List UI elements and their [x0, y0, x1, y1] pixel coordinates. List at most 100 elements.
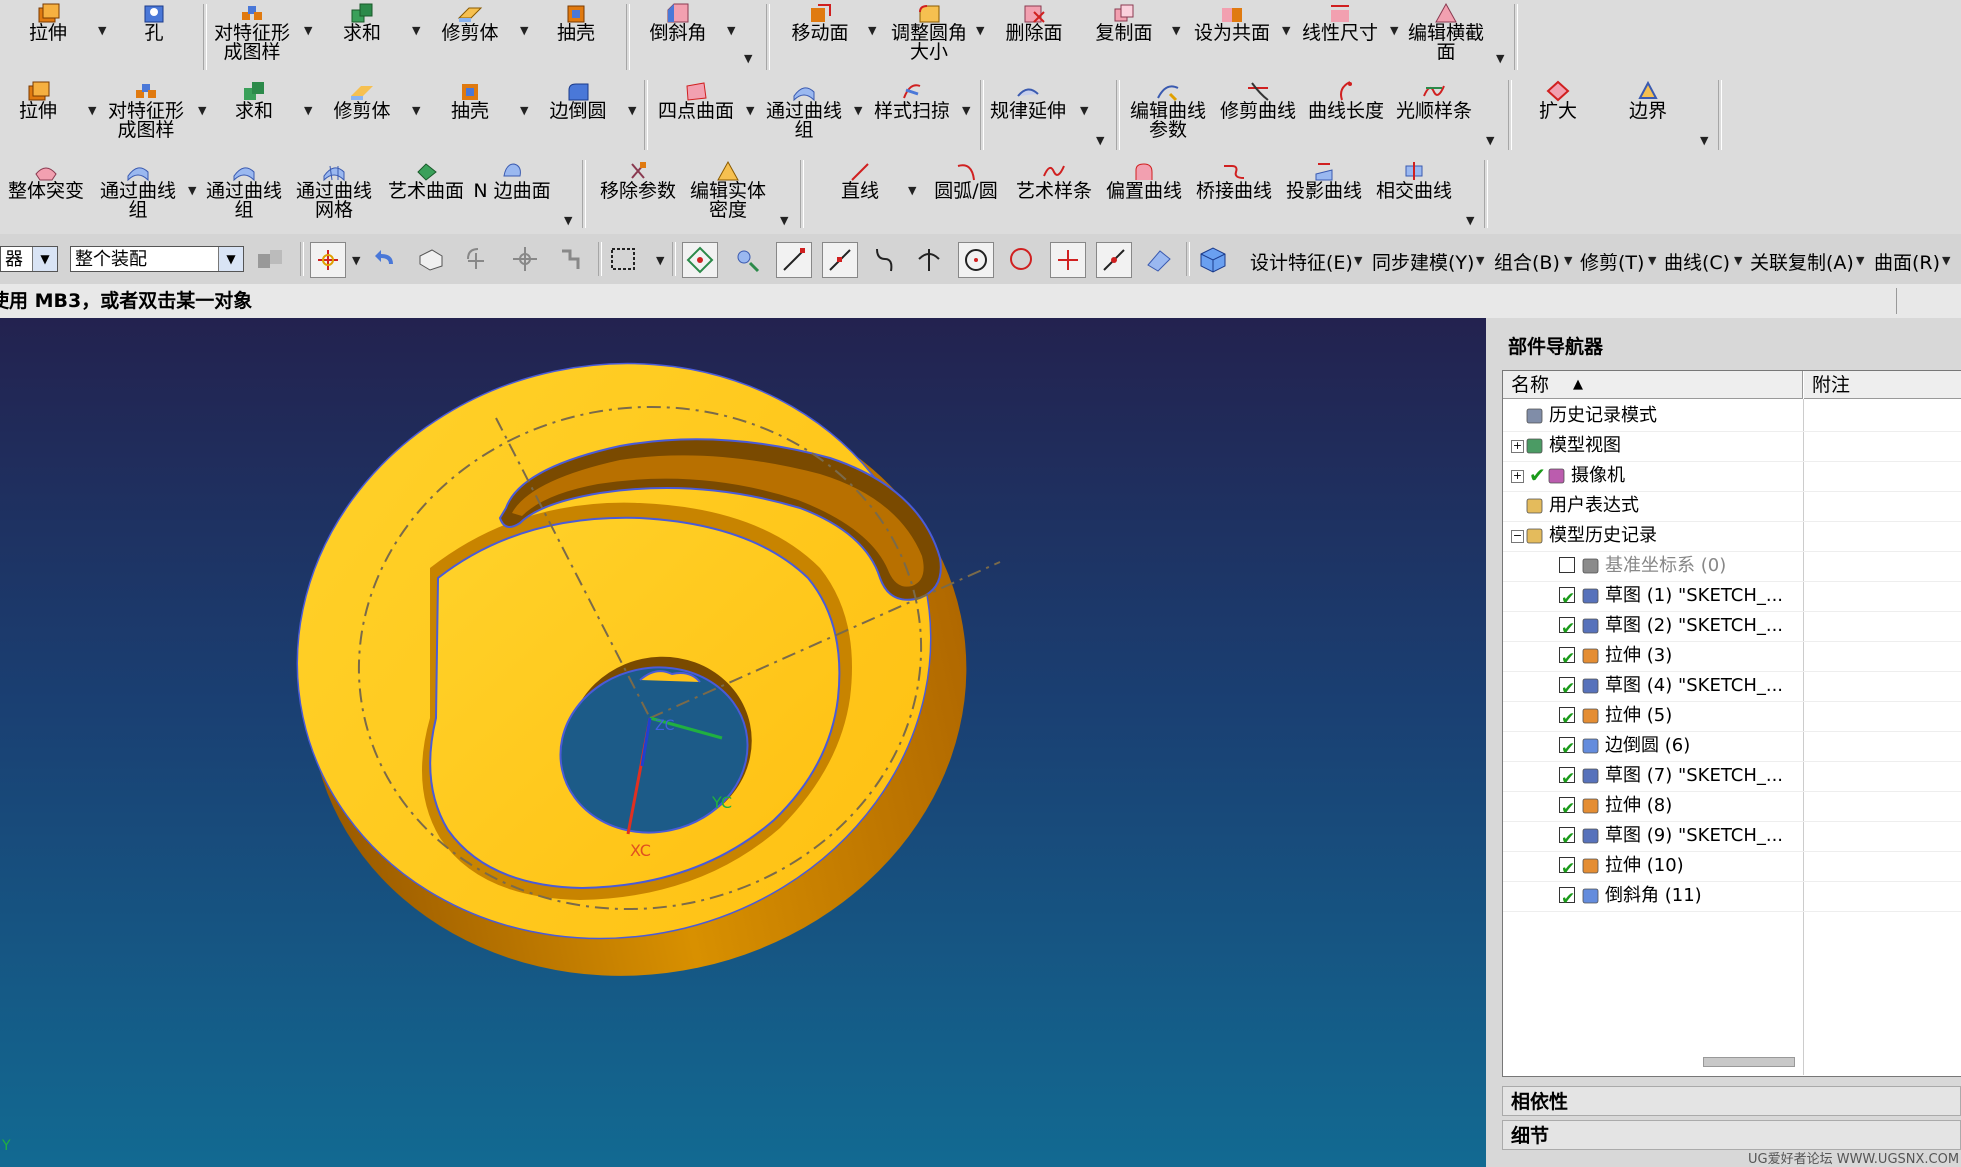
- control-point-icon[interactable]: [868, 242, 902, 276]
- tree-node[interactable]: ✔ 草图 (9) "SKETCH_...: [1503, 821, 1961, 852]
- quadrant-snap-icon[interactable]: [1004, 242, 1038, 276]
- tree-node[interactable]: ✔ 草图 (2) "SKETCH_...: [1503, 611, 1961, 642]
- rotate-view-icon[interactable]: [460, 242, 494, 276]
- view-tool-icon[interactable]: [556, 242, 590, 276]
- studio-surface-button[interactable]: 艺术曲面: [386, 158, 466, 201]
- visible-check-icon[interactable]: ✔: [1529, 460, 1546, 490]
- type-filter-combo[interactable]: 器 ▼: [0, 246, 58, 272]
- pattern-feature-button[interactable]: 对特征形成图样: [106, 78, 186, 140]
- tree-node[interactable]: 历史记录模式: [1503, 401, 1961, 432]
- offset-curve-button[interactable]: 偏置曲线: [1104, 158, 1184, 201]
- dropdown-arrow[interactable]: ▼: [1172, 24, 1180, 37]
- boundary-button[interactable]: 边界: [1618, 78, 1678, 121]
- dropdown-arrow[interactable]: ▼: [412, 24, 420, 37]
- tree-node[interactable]: ✔ 草图 (7) "SKETCH_...: [1503, 761, 1961, 792]
- tree-node[interactable]: + 模型视图: [1503, 431, 1961, 462]
- edit-curve-parameters-button[interactable]: 编辑曲线参数: [1124, 78, 1212, 140]
- dropdown-arrow[interactable]: ▼: [564, 214, 572, 227]
- dropdown-arrow[interactable]: ▼: [188, 184, 196, 197]
- dropdown-arrow[interactable]: ▼: [744, 52, 752, 65]
- dropdown-arrow[interactable]: ▼: [1496, 52, 1504, 65]
- resize-blend-button[interactable]: 调整圆角大小: [884, 0, 974, 62]
- tree-node[interactable]: + ✔ 摄像机: [1503, 461, 1961, 492]
- visible-checkbox[interactable]: ✔: [1559, 857, 1575, 879]
- trim-curve-button[interactable]: 修剪曲线: [1218, 78, 1298, 121]
- visible-checkbox[interactable]: ✔: [1559, 707, 1575, 729]
- line-button[interactable]: 直线: [830, 158, 890, 201]
- dropdown-arrow[interactable]: ▼: [1486, 134, 1494, 147]
- dropdown-arrow[interactable]: ▼: [98, 24, 106, 37]
- details-panel[interactable]: 细节: [1502, 1120, 1961, 1150]
- move-face-button[interactable]: 移动面: [782, 0, 858, 43]
- tree-node[interactable]: ✔ 草图 (1) "SKETCH_...: [1503, 581, 1961, 612]
- edit-solid-density-button[interactable]: 编辑实体密度: [686, 158, 770, 220]
- dropdown-arrow[interactable]: ▼: [1466, 214, 1474, 227]
- menu-surface[interactable]: 曲面(R): [1874, 248, 1940, 275]
- expand-icon[interactable]: +: [1511, 470, 1524, 483]
- through-curve-mesh-button[interactable]: 通过曲线网格: [292, 158, 376, 220]
- selection-scope-combo[interactable]: 整个装配 ▼: [70, 246, 244, 272]
- tree-node[interactable]: ✔ 拉伸 (8): [1503, 791, 1961, 822]
- point-on-curve-icon[interactable]: [1096, 242, 1132, 278]
- dropdown-arrow[interactable]: ▼: [352, 254, 360, 267]
- trim-body-button[interactable]: 修剪体: [324, 78, 400, 121]
- existing-point-icon[interactable]: [1050, 242, 1086, 278]
- rectangle-select-icon[interactable]: [606, 242, 640, 276]
- dropdown-arrow[interactable]: ▼: [1648, 254, 1656, 267]
- shell-button[interactable]: 抽壳: [440, 78, 500, 121]
- dropdown-arrow[interactable]: ▼: [727, 24, 735, 37]
- dropdown-arrow[interactable]: ▼: [88, 104, 96, 117]
- bridge-curve-button[interactable]: 桥接曲线: [1194, 158, 1274, 201]
- dropdown-arrow[interactable]: ▼: [1700, 134, 1708, 147]
- dropdown-arrow[interactable]: ▼: [412, 104, 420, 117]
- unite-button[interactable]: 求和: [224, 78, 284, 121]
- intersection-curve-button[interactable]: 相交曲线: [1374, 158, 1454, 201]
- menu-associative-copy[interactable]: 关联复制(A): [1750, 248, 1854, 275]
- extrude-button[interactable]: 拉伸: [18, 0, 78, 43]
- arc-circle-button[interactable]: 圆弧/圆: [926, 158, 1006, 201]
- copy-face-button[interactable]: 复制面: [1086, 0, 1162, 43]
- visible-checkbox[interactable]: ✔: [1559, 647, 1575, 669]
- dropdown-arrow[interactable]: ▼: [1080, 104, 1088, 117]
- dropdown-arrow[interactable]: ▼: [746, 104, 754, 117]
- pan-view-icon[interactable]: [508, 242, 542, 276]
- part-view-icon[interactable]: [414, 242, 448, 276]
- n-sided-surface-button[interactable]: N 边曲面: [472, 158, 552, 201]
- column-header-name[interactable]: 名称 ▲: [1503, 371, 1803, 399]
- visible-checkbox[interactable]: ✔: [1559, 887, 1575, 909]
- through-curves-button[interactable]: 通过曲线组: [760, 78, 848, 140]
- menu-design-feature[interactable]: 设计特征(E): [1250, 248, 1353, 275]
- design-feature-icon[interactable]: [1196, 242, 1230, 276]
- dropdown-arrow[interactable]: ▼: [1096, 134, 1104, 147]
- dropdown-arrow[interactable]: ▼: [962, 104, 970, 117]
- menu-trim[interactable]: 修剪(T): [1580, 248, 1644, 275]
- tree-node[interactable]: ✔ 拉伸 (5): [1503, 701, 1961, 732]
- navigator-tree[interactable]: 名称 ▲ 附注 历史记录模式 + 模型视图 + ✔ 摄像机 用户表达式 − 模型历史记录 基准坐标…: [1502, 370, 1961, 1077]
- make-coplanar-button[interactable]: 设为共面: [1192, 0, 1272, 43]
- snap-all-icon[interactable]: [682, 242, 718, 278]
- law-extension-button[interactable]: 规律延伸: [988, 78, 1068, 121]
- dropdown-arrow[interactable]: ▼: [304, 24, 312, 37]
- midpoint-snap-icon[interactable]: [822, 242, 858, 278]
- collapse-icon[interactable]: −: [1511, 530, 1524, 543]
- graphics-window[interactable]: XC YC ZC Y: [0, 318, 1486, 1167]
- undo-icon[interactable]: [368, 242, 402, 276]
- dropdown-arrow[interactable]: ▼: [868, 24, 876, 37]
- column-header-note[interactable]: 附注: [1804, 371, 1961, 399]
- tree-node[interactable]: 基准坐标系 (0): [1503, 551, 1961, 582]
- menu-combine[interactable]: 组合(B): [1494, 248, 1560, 275]
- dropdown-arrow[interactable]: ▼: [198, 104, 206, 117]
- tree-node[interactable]: ✔ 拉伸 (10): [1503, 851, 1961, 882]
- menu-synchronous-modeling[interactable]: 同步建模(Y): [1372, 248, 1474, 275]
- visible-checkbox[interactable]: ✔: [1559, 827, 1575, 849]
- global-shaping-button[interactable]: 整体突变: [6, 158, 86, 201]
- horizontal-scrollbar[interactable]: [1703, 1057, 1795, 1067]
- dropdown-arrow[interactable]: ▼: [854, 104, 862, 117]
- extrude-button[interactable]: 拉伸: [8, 78, 68, 121]
- tree-node[interactable]: ✔ 草图 (4) "SKETCH_...: [1503, 671, 1961, 702]
- dropdown-arrow[interactable]: ▼: [628, 104, 636, 117]
- snap-settings-icon[interactable]: [730, 242, 764, 276]
- arc-center-snap-icon[interactable]: [958, 242, 994, 278]
- endpoint-snap-icon[interactable]: [776, 242, 812, 278]
- visible-checkbox[interactable]: ✔: [1559, 737, 1575, 759]
